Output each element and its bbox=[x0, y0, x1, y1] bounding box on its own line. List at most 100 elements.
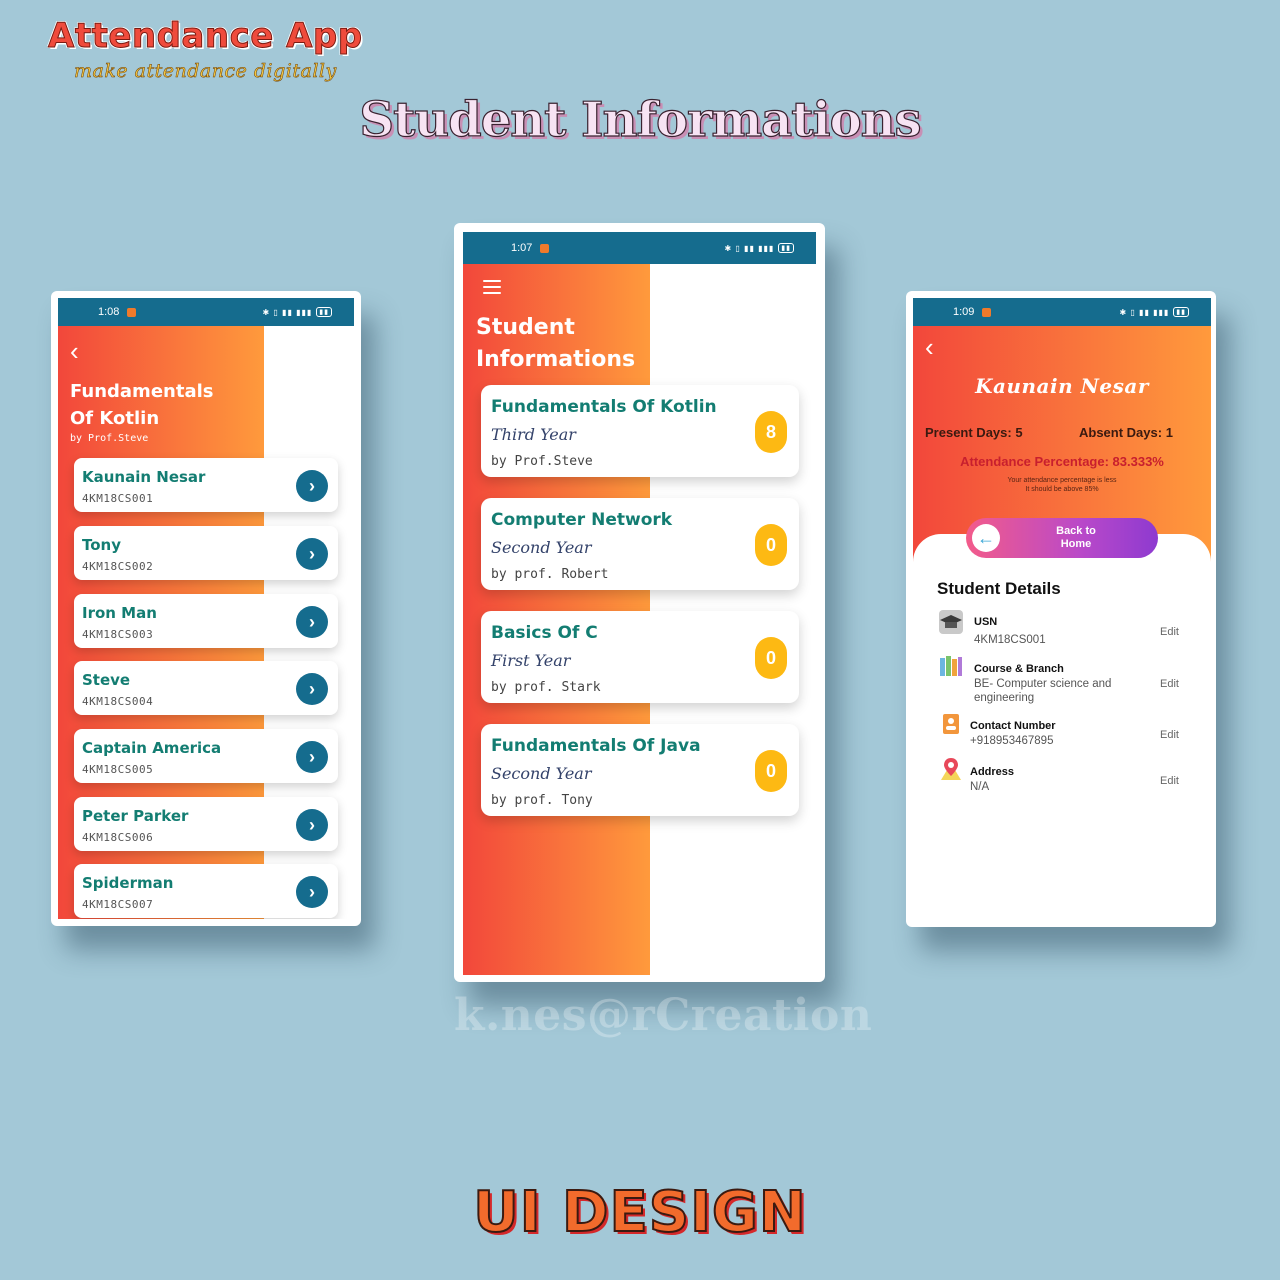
right-phone-frame: 1:09 ✱ ▯ ▮▮ ▮▮▮ ▮▮ ‹ Kaunain Nesar Prese… bbox=[906, 291, 1216, 927]
subject-card[interactable]: Fundamentals Of Java Second Year by prof… bbox=[481, 724, 799, 816]
contact-number-value: +918953467895 bbox=[970, 735, 1054, 747]
student-name: Captain America bbox=[82, 739, 222, 757]
usn-value: 4KM18CS001 bbox=[974, 634, 1046, 646]
student-usn: 4KM18CS001 bbox=[82, 492, 154, 505]
subject-professor: by prof. Tony bbox=[491, 793, 593, 808]
attendance-percentage: Attendance Percentage: 83.333% bbox=[960, 454, 1164, 469]
screen-title-line1: Student bbox=[476, 315, 575, 340]
back-arrow-icon[interactable]: ‹ bbox=[925, 334, 934, 360]
student-card[interactable]: Captain America 4KM18CS005 › bbox=[74, 729, 338, 783]
status-bar: 1:09 ✱ ▯ ▮▮ ▮▮▮ ▮▮ bbox=[913, 298, 1211, 326]
footer-title: UI DESIGN bbox=[472, 1179, 807, 1246]
edit-course-branch-link[interactable]: Edit bbox=[1160, 678, 1179, 690]
battery-icon: ▮▮ bbox=[778, 243, 794, 253]
chevron-right-icon[interactable]: › bbox=[296, 741, 328, 773]
student-card[interactable]: Kaunain Nesar 4KM18CS001 › bbox=[74, 458, 338, 512]
subject-card[interactable]: Fundamentals Of Kotlin Third Year by Pro… bbox=[481, 385, 799, 477]
subject-professor: by prof. Robert bbox=[491, 567, 609, 582]
status-time: 1:09 bbox=[953, 306, 975, 318]
student-count-badge: 0 bbox=[755, 750, 787, 792]
battery-icon: ▮▮ bbox=[1173, 307, 1189, 317]
course-branch-value: BE- Computer science and engineering bbox=[974, 677, 1111, 705]
student-usn: 4KM18CS002 bbox=[82, 560, 154, 573]
course-title-line1: Fundamentals bbox=[70, 381, 214, 402]
student-card[interactable]: Steve 4KM18CS004 › bbox=[74, 661, 338, 715]
course-branch-label: Course & Branch bbox=[974, 663, 1064, 675]
status-icons: ✱ ▯ ▮▮ ▮▮▮ ▮▮ bbox=[262, 307, 332, 317]
chevron-right-icon[interactable]: › bbox=[296, 673, 328, 705]
notification-icon bbox=[540, 243, 550, 253]
attendance-note: Your attendance percentage is less It sh… bbox=[913, 476, 1211, 494]
student-usn: 4KM18CS005 bbox=[82, 763, 154, 776]
subject-year: Second Year bbox=[491, 538, 592, 557]
subject-card[interactable]: Computer Network Second Year by prof. Ro… bbox=[481, 498, 799, 590]
status-bar: 1:07 ✱ ▯ ▮▮ ▮▮▮ ▮▮ bbox=[463, 232, 816, 264]
back-to-home-line2: Home bbox=[1060, 538, 1092, 550]
present-days: Present Days: 5 bbox=[925, 425, 1023, 440]
back-arrow-icon[interactable]: ‹ bbox=[70, 338, 79, 364]
course-title: Fundamentals Of Kotlin bbox=[70, 378, 213, 432]
notification-icon bbox=[982, 307, 992, 317]
status-bar: 1:08 ✱ ▯ ▮▮ ▮▮▮ ▮▮ bbox=[58, 298, 354, 326]
chevron-right-icon[interactable]: › bbox=[296, 470, 328, 502]
student-usn: 4KM18CS007 bbox=[82, 898, 154, 911]
center-phone-screen: 1:07 ✱ ▯ ▮▮ ▮▮▮ ▮▮ Student Informations … bbox=[463, 232, 816, 975]
absent-days: Absent Days: 1 bbox=[1079, 425, 1173, 440]
screen-title: Student Informations bbox=[476, 312, 635, 376]
chevron-right-icon[interactable]: › bbox=[296, 809, 328, 841]
subject-name: Fundamentals Of Java bbox=[491, 736, 701, 756]
student-usn: 4KM18CS004 bbox=[82, 695, 154, 708]
chevron-right-icon[interactable]: › bbox=[296, 876, 328, 908]
main-heading: Student Informations bbox=[359, 91, 922, 148]
subject-name: Basics Of C bbox=[491, 623, 598, 643]
chevron-right-icon[interactable]: › bbox=[296, 606, 328, 638]
contact-number-label: Contact Number bbox=[970, 720, 1056, 732]
address-label: Address bbox=[970, 766, 1015, 778]
student-details-title: Student Details bbox=[937, 579, 1061, 598]
student-usn: 4KM18CS006 bbox=[82, 831, 154, 844]
course-professor: by Prof.Steve bbox=[70, 433, 149, 444]
status-icons: ✱ ▯ ▮▮ ▮▮▮ ▮▮ bbox=[724, 243, 794, 253]
edit-usn-link[interactable]: Edit bbox=[1160, 626, 1179, 638]
student-name: Spiderman bbox=[82, 874, 174, 892]
watermark: k.nes@rCreation bbox=[454, 990, 873, 1041]
subject-name: Computer Network bbox=[491, 510, 673, 530]
course-branch-value-line1: BE- Computer science and bbox=[974, 678, 1112, 690]
student-card[interactable]: Peter Parker 4KM18CS006 › bbox=[74, 797, 338, 851]
contact-card-icon bbox=[939, 712, 963, 736]
app-title: Attendance App bbox=[48, 16, 363, 57]
left-phone-frame: 1:08 ✱ ▯ ▮▮ ▮▮▮ ▮▮ ‹ Fundamentals Of Kot… bbox=[51, 291, 361, 926]
subject-year: Third Year bbox=[491, 425, 576, 444]
left-phone-screen: 1:08 ✱ ▯ ▮▮ ▮▮▮ ▮▮ ‹ Fundamentals Of Kot… bbox=[58, 298, 354, 919]
status-icons: ✱ ▯ ▮▮ ▮▮▮ ▮▮ bbox=[1119, 307, 1189, 317]
attendance-note-line2: It should be above 85% bbox=[1025, 486, 1099, 493]
course-title-line2: Of Kotlin bbox=[70, 408, 160, 429]
address-value: N/A bbox=[970, 781, 990, 793]
subject-card[interactable]: Basics Of C First Year by prof. Stark 0 bbox=[481, 611, 799, 703]
menu-icon[interactable] bbox=[483, 280, 501, 298]
back-to-home-line1: Back to bbox=[1056, 525, 1096, 537]
back-to-home-button[interactable]: ← Back to Home bbox=[966, 518, 1158, 558]
student-card[interactable]: Iron Man 4KM18CS003 › bbox=[74, 594, 338, 648]
student-card[interactable]: Tony 4KM18CS002 › bbox=[74, 526, 338, 580]
chevron-right-icon[interactable]: › bbox=[296, 538, 328, 570]
map-pin-icon bbox=[939, 756, 963, 780]
student-name: Tony bbox=[82, 536, 122, 554]
subject-name: Fundamentals Of Kotlin bbox=[491, 397, 717, 417]
status-time: 1:07 bbox=[511, 242, 533, 254]
subject-year: First Year bbox=[491, 651, 571, 670]
student-name: Kaunain Nesar bbox=[82, 468, 206, 486]
edit-address-link[interactable]: Edit bbox=[1160, 775, 1179, 787]
course-branch-value-line2: engineering bbox=[974, 692, 1035, 704]
attendance-note-line1: Your attendance percentage is less bbox=[1007, 477, 1117, 484]
back-to-home-label: Back to Home bbox=[1038, 525, 1114, 551]
center-phone-frame: 1:07 ✱ ▯ ▮▮ ▮▮▮ ▮▮ Student Informations … bbox=[454, 223, 825, 982]
student-usn: 4KM18CS003 bbox=[82, 628, 154, 641]
student-count-badge: 8 bbox=[755, 411, 787, 453]
edit-contact-number-link[interactable]: Edit bbox=[1160, 729, 1179, 741]
subject-professor: by Prof.Steve bbox=[491, 454, 593, 469]
screen-title-line2: Informations bbox=[476, 347, 636, 372]
app-tagline: make attendance digitally bbox=[74, 60, 337, 83]
student-card[interactable]: Spiderman 4KM18CS007 › bbox=[74, 864, 338, 918]
student-name-heading: Kaunain Nesar bbox=[975, 374, 1149, 398]
